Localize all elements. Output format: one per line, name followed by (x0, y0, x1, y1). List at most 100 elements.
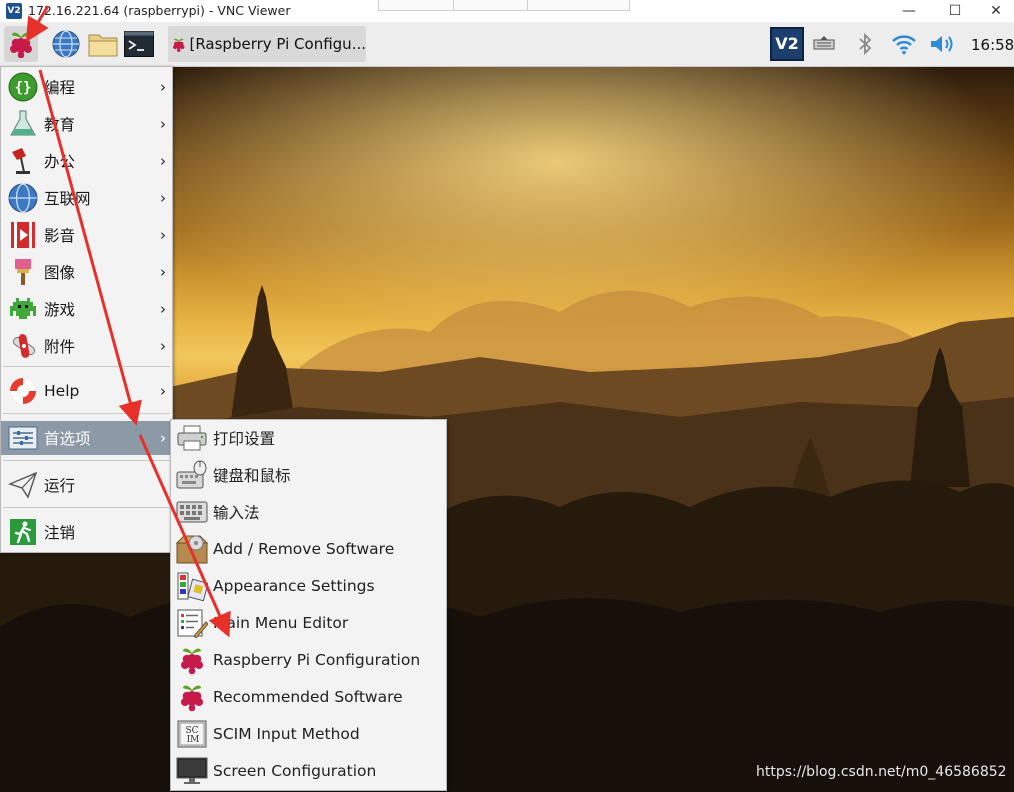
menu-label: 编程 (44, 79, 76, 97)
submenu-label: Screen Configuration (213, 762, 377, 780)
menu-label: Help (44, 382, 80, 400)
main-menu-button[interactable] (4, 26, 38, 62)
submenu-label: Add / Remove Software (213, 540, 395, 558)
menu-label: 教育 (44, 116, 76, 134)
scim-icon: SC IM (176, 718, 208, 750)
chevron-right-icon: › (160, 382, 166, 400)
submenu-item-input-method[interactable]: 输入法 (171, 495, 446, 529)
submenu-label: Main Menu Editor (213, 614, 349, 632)
menu-item-graphics[interactable]: 图像 › (1, 255, 172, 289)
keyboard-mouse-icon (176, 459, 208, 491)
bluetooth-tray[interactable] (852, 28, 878, 60)
menu-item-accessories[interactable]: 附件 › (1, 329, 172, 363)
chevron-right-icon: › (160, 337, 166, 355)
submenu-item-main-menu-editor[interactable]: Main Menu Editor (171, 606, 446, 640)
taskbar-window-label: [Raspberry Pi Configu... (189, 35, 366, 53)
chevron-right-icon: › (160, 300, 166, 318)
menu-label: 影音 (44, 227, 76, 245)
wifi-icon (892, 35, 916, 55)
submenu-item-recommended-software[interactable]: Recommended Software (171, 680, 446, 714)
menu-separator (3, 507, 170, 508)
main-menu: {} 编程 › 教育 › 办公 › 互联网 › 影音 › 图像 › 游戏 › 附… (0, 66, 173, 553)
menu-label: 图像 (44, 264, 76, 282)
submenu-item-appearance-settings[interactable]: Appearance Settings (171, 569, 446, 603)
help-icon (7, 375, 39, 407)
submenu-item-raspberry-pi-configuration[interactable]: Raspberry Pi Configuration (171, 643, 446, 677)
watermark: https://blog.csdn.net/m0_46586852 (756, 764, 1007, 780)
submenu-label: 键盘和鼠标 (213, 467, 291, 485)
vnc-logo-icon: V2 (6, 3, 22, 19)
maximize-button[interactable]: ☐ (932, 0, 978, 22)
menu-label: 注销 (44, 524, 76, 542)
printer-icon (176, 422, 208, 454)
vnc-server-tray-button[interactable]: V2 (770, 27, 804, 61)
wifi-tray[interactable] (890, 28, 918, 60)
menu-label: 附件 (44, 338, 76, 356)
logout-icon (7, 516, 39, 548)
taskbar-panel: [Raspberry Pi Configu... V2 16:58 (0, 22, 1014, 67)
globe-icon (52, 30, 80, 58)
window-title: 172.16.221.64 (raspberrypi) - VNC Viewer (28, 3, 291, 18)
menu-item-preferences[interactable]: 首选项 › (1, 421, 172, 455)
terminal-icon (124, 31, 154, 57)
chevron-right-icon: › (160, 226, 166, 244)
bluetooth-icon (859, 32, 872, 56)
menu-item-office[interactable]: 办公 › (1, 144, 172, 178)
submenu-item-screen-configuration[interactable]: Screen Configuration (171, 754, 446, 788)
submenu-label: Raspberry Pi Configuration (213, 651, 421, 669)
menu-item-education[interactable]: 教育 › (1, 107, 172, 141)
preferences-submenu: 打印设置 键盘和鼠标 输入法 Add / Remove Software App… (170, 419, 447, 791)
svg-text:{}: {} (15, 80, 32, 96)
games-icon (7, 293, 39, 325)
menu-separator (3, 366, 170, 367)
internet-icon (7, 182, 39, 214)
submenu-item-add-remove-software[interactable]: Add / Remove Software (171, 532, 446, 566)
chevron-right-icon: › (160, 152, 166, 170)
menu-item-help[interactable]: Help › (1, 374, 172, 408)
vnc-window-titlebar: V2 172.16.221.64 (raspberrypi) - VNC Vie… (0, 0, 1014, 23)
programming-icon: {} (7, 71, 39, 103)
raspberry-icon (10, 32, 32, 58)
preferences-icon (7, 422, 39, 454)
input-method-icon (176, 496, 208, 528)
submenu-label: Appearance Settings (213, 577, 375, 595)
menu-label: 首选项 (44, 430, 91, 448)
raspberry-icon (176, 644, 208, 676)
web-browser-launcher[interactable] (49, 26, 83, 62)
ejector-icon (813, 36, 835, 50)
vnc-toolbar-handle[interactable] (378, 0, 630, 11)
terminal-launcher[interactable] (122, 26, 156, 62)
submenu-item-scim-input-method[interactable]: SC IM SCIM Input Method (171, 717, 446, 751)
office-icon (7, 145, 39, 177)
submenu-item-print-settings[interactable]: 打印设置 (171, 421, 446, 455)
taskbar-window-button[interactable]: [Raspberry Pi Configu... (168, 26, 366, 62)
sound-video-icon (7, 219, 39, 251)
vnc-server-icon: V2 (770, 27, 804, 61)
minimize-button[interactable]: — (886, 0, 932, 22)
chevron-right-icon: › (160, 263, 166, 281)
menu-label: 运行 (44, 477, 76, 495)
package-icon (176, 533, 208, 565)
close-button[interactable]: ✕ (978, 0, 1014, 22)
menu-item-programming[interactable]: {} 编程 › (1, 70, 172, 104)
submenu-item-keyboard-mouse[interactable]: 键盘和鼠标 (171, 458, 446, 492)
menu-label: 互联网 (44, 190, 91, 208)
volume-tray[interactable] (928, 28, 958, 60)
cpu-monitor-tray[interactable] (810, 28, 838, 60)
file-manager-launcher[interactable] (86, 26, 120, 62)
menu-item-games[interactable]: 游戏 › (1, 292, 172, 326)
menu-item-sound-video[interactable]: 影音 › (1, 218, 172, 252)
svg-text:IM: IM (187, 735, 200, 745)
appearance-icon (176, 570, 208, 602)
menu-item-logout[interactable]: 注销 (1, 515, 172, 549)
menu-separator (3, 460, 170, 461)
speaker-icon (931, 36, 953, 52)
chevron-right-icon: › (160, 429, 166, 447)
clock[interactable]: 16:58 (971, 36, 1014, 54)
graphics-icon (7, 256, 39, 288)
menu-label: 游戏 (44, 301, 76, 319)
raspberry-icon (173, 38, 185, 52)
menu-item-run[interactable]: 运行 (1, 468, 172, 502)
menu-item-internet[interactable]: 互联网 › (1, 181, 172, 215)
accessories-icon (7, 330, 39, 362)
